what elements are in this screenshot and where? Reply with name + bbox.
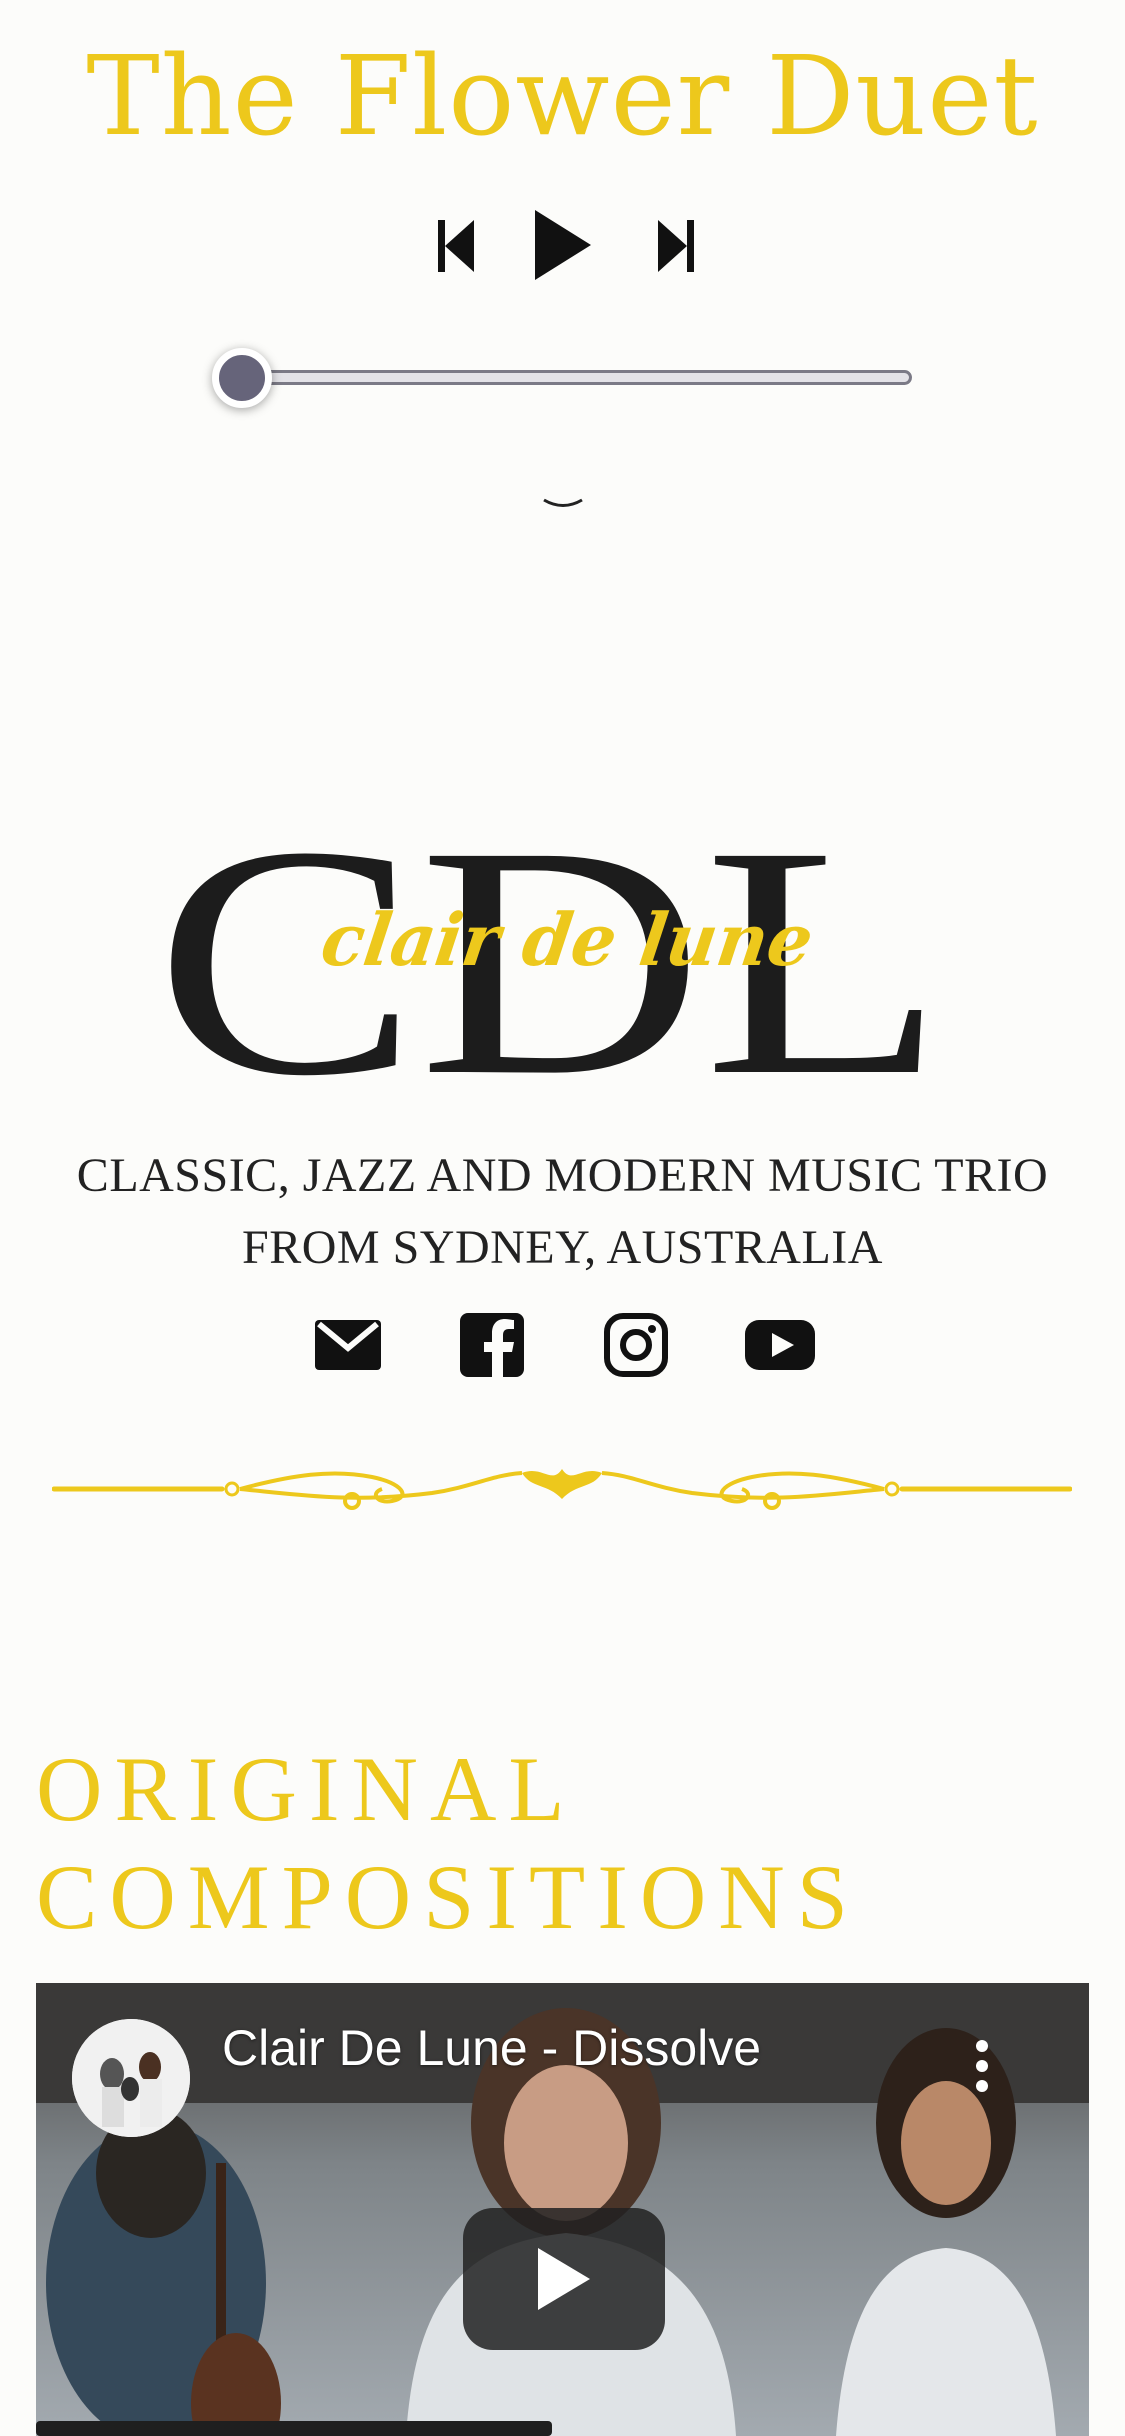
facebook-icon [460, 1313, 524, 1378]
video-more-options-button[interactable] [962, 2031, 1002, 2101]
play-icon [535, 210, 591, 280]
next-track-button[interactable] [650, 215, 702, 277]
logo-script: clair de lune [316, 898, 818, 983]
video-embed[interactable]: Clair De Lune - Dissolve [36, 1983, 1089, 2436]
video-play-button[interactable] [463, 2208, 665, 2350]
progress-slider-thumb[interactable] [212, 348, 272, 408]
instagram-icon [604, 1313, 668, 1377]
more-vertical-icon [976, 2040, 988, 2092]
tagline: CLASSIC, JAZZ AND MODERN MUSIC TRIO FROM… [0, 1140, 1125, 1284]
section-heading-line-1: ORIGINAL [36, 1738, 577, 1840]
skip-next-icon [658, 220, 694, 272]
chevron-down-icon [543, 498, 583, 507]
facebook-link[interactable] [452, 1305, 532, 1385]
email-link[interactable] [308, 1305, 388, 1385]
instagram-link[interactable] [596, 1305, 676, 1385]
avatar-image [72, 2019, 190, 2137]
track-title: The Flower Duet [86, 32, 1039, 160]
previous-track-button[interactable] [430, 215, 482, 277]
tagline-line-1: CLASSIC, JAZZ AND MODERN MUSIC TRIO [76, 1149, 1049, 1202]
play-button[interactable] [530, 205, 596, 285]
skip-previous-icon [438, 220, 474, 272]
section-heading-line-2: COMPOSITIONS [36, 1846, 860, 1948]
tagline-line-2: FROM SYDNEY, AUSTRALIA [242, 1221, 883, 1274]
flourish-divider-icon [51, 1469, 1073, 1510]
ornamental-divider [51, 1455, 1073, 1515]
play-icon [538, 2248, 590, 2310]
youtube-link[interactable] [740, 1305, 820, 1385]
channel-avatar[interactable] [72, 2019, 190, 2137]
collapse-player-button[interactable] [538, 490, 588, 520]
progress-slider-track[interactable] [240, 370, 912, 385]
logo-graphic: CDL clair de lune [155, 779, 945, 1144]
section-heading: ORIGINAL COMPOSITIONS [36, 1735, 1036, 1951]
mail-icon [315, 1320, 381, 1370]
video-title[interactable]: Clair De Lune - Dissolve [222, 2019, 761, 2077]
youtube-icon [745, 1320, 815, 1370]
brand-logo: CDL clair de lune [150, 779, 950, 1144]
